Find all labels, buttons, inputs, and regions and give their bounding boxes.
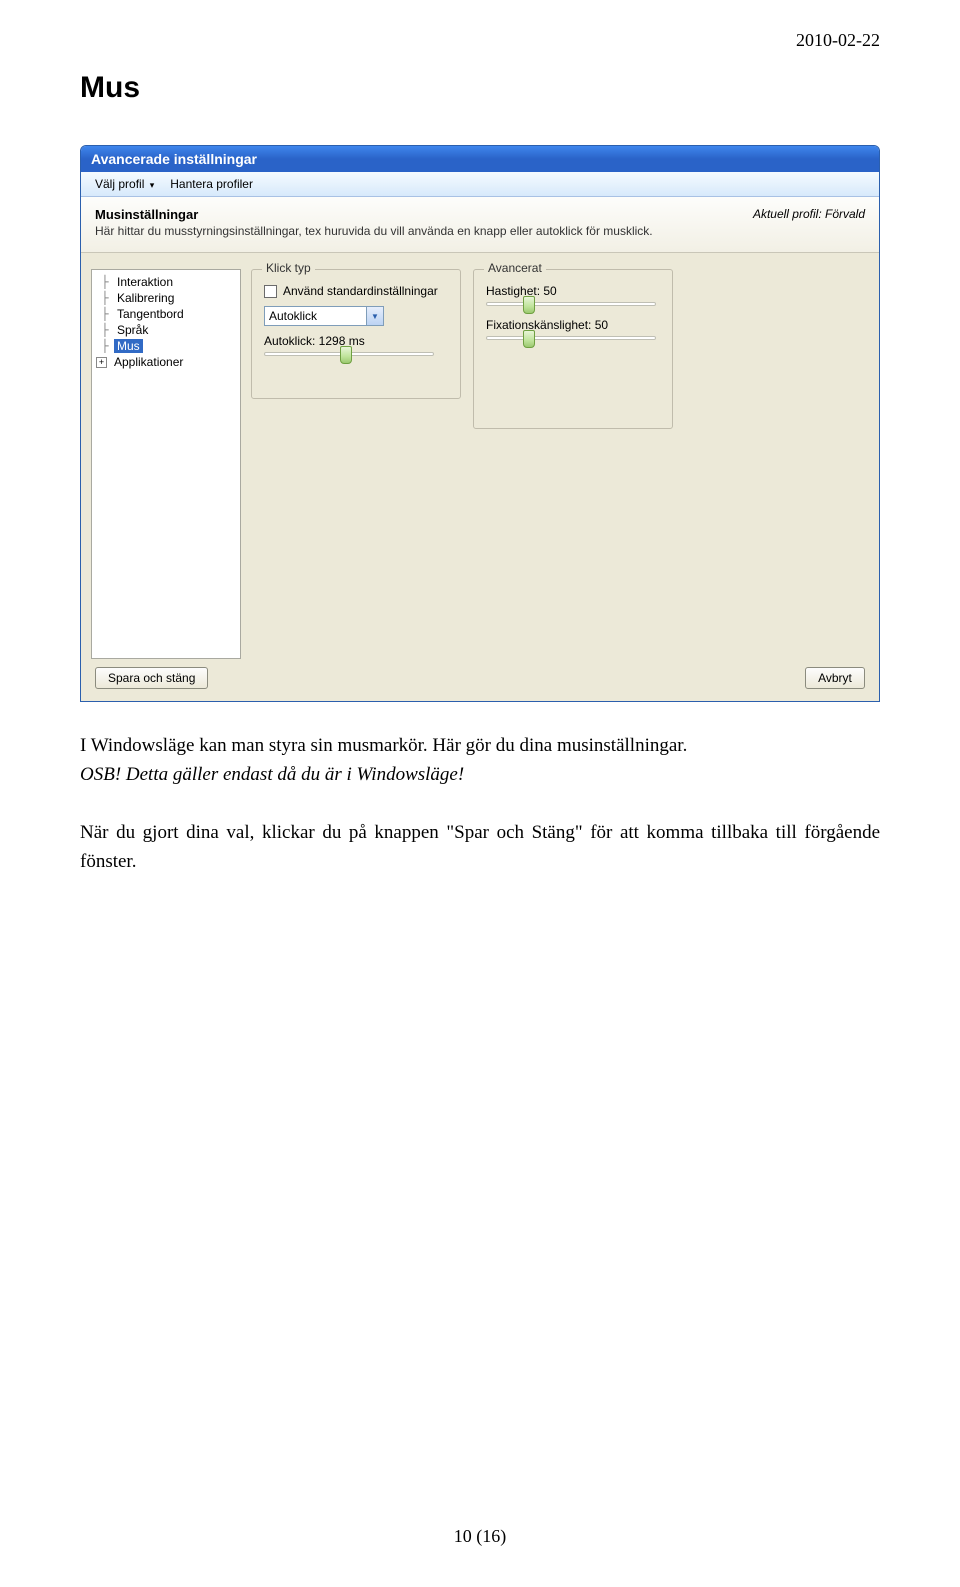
tree-item-tangentbord[interactable]: ├ Tangentbord xyxy=(96,306,236,322)
slider-thumb[interactable] xyxy=(523,296,535,314)
groupbox-advanced: Avancerat Hastighet: 50 Fixationskänslig… xyxy=(473,269,673,429)
tree-item-sprak[interactable]: ├ Språk xyxy=(96,322,236,338)
tree-connector-icon: ├ xyxy=(96,291,114,305)
menu-label: Välj profil xyxy=(95,177,144,191)
settings-window: Avancerade inställningar Välj profil ▾ H… xyxy=(80,145,880,702)
autoklick-slider[interactable] xyxy=(264,352,434,356)
groupbox-click-type: Klick typ Använd standardinställningar A… xyxy=(251,269,461,399)
chevron-down-icon: ▼ xyxy=(366,307,383,325)
page-date: 2010-02-22 xyxy=(80,30,880,51)
tree-item-applikationer[interactable]: + Applikationer xyxy=(96,354,236,370)
nav-tree[interactable]: ├ Interaktion ├ Kalibrering ├ Tangentbor… xyxy=(91,269,241,659)
cancel-button[interactable]: Avbryt xyxy=(805,667,865,689)
menu-select-profile[interactable]: Välj profil ▾ xyxy=(89,175,160,193)
tree-connector-icon: ├ xyxy=(96,275,114,289)
tree-connector-icon: ├ xyxy=(96,307,114,321)
chevron-down-icon: ▾ xyxy=(150,180,155,190)
body-text-note: OSB! Detta gäller endast då du är i Wind… xyxy=(80,764,464,785)
tree-item-mus[interactable]: ├ Mus xyxy=(96,338,236,354)
tree-item-label: Mus xyxy=(114,339,143,353)
page-number: 10 (16) xyxy=(0,1526,960,1547)
click-type-combo[interactable]: Autoklick ▼ xyxy=(264,306,384,326)
current-profile-label: Aktuell profil: Förvald xyxy=(753,207,865,221)
header-subtitle: Här hittar du musstyrningsinställningar,… xyxy=(95,224,753,238)
body-paragraph-1: I Windowsläge kan man styra sin musmarkö… xyxy=(80,732,880,789)
group-legend: Avancerat xyxy=(484,261,546,275)
save-and-close-button[interactable]: Spara och stäng xyxy=(95,667,208,689)
tree-connector-icon: ├ xyxy=(96,323,114,337)
slider-thumb[interactable] xyxy=(340,346,352,364)
expand-icon[interactable]: + xyxy=(96,357,107,368)
tree-item-kalibrering[interactable]: ├ Kalibrering xyxy=(96,290,236,306)
use-default-label: Använd standardinställningar xyxy=(283,284,438,298)
dialog-button-bar: Spara och stäng Avbryt xyxy=(91,659,869,689)
combo-value: Autoklick xyxy=(269,309,317,323)
content-area: ├ Interaktion ├ Kalibrering ├ Tangentbor… xyxy=(81,253,879,701)
menubar: Välj profil ▾ Hantera profiler xyxy=(81,172,879,197)
speed-label: Hastighet: 50 xyxy=(486,284,660,298)
slider-thumb[interactable] xyxy=(523,330,535,348)
use-default-checkbox[interactable] xyxy=(264,285,277,298)
tree-item-label: Kalibrering xyxy=(114,291,177,305)
tree-item-label: Applikationer xyxy=(111,355,186,369)
tree-item-interaktion[interactable]: ├ Interaktion xyxy=(96,274,236,290)
header-area: Musinställningar Här hittar du musstyrni… xyxy=(81,197,879,253)
tree-connector-icon: ├ xyxy=(96,339,114,353)
body-text-line: I Windowsläge kan man styra sin musmarkö… xyxy=(80,735,687,756)
window-titlebar[interactable]: Avancerade inställningar xyxy=(81,146,879,172)
fixation-slider[interactable] xyxy=(486,336,656,340)
header-title: Musinställningar xyxy=(95,207,753,222)
section-title: Mus xyxy=(80,71,880,105)
speed-slider[interactable] xyxy=(486,302,656,306)
autoklick-value-label: Autoklick: 1298 ms xyxy=(264,334,448,348)
tree-item-label: Språk xyxy=(114,323,151,337)
tree-item-label: Tangentbord xyxy=(114,307,187,321)
menu-manage-profiles[interactable]: Hantera profiler xyxy=(164,175,259,193)
tree-item-label: Interaktion xyxy=(114,275,176,289)
fixation-label: Fixationskänslighet: 50 xyxy=(486,318,660,332)
body-paragraph-2: När du gjort dina val, klickar du på kna… xyxy=(80,819,880,876)
group-legend: Klick typ xyxy=(262,261,315,275)
